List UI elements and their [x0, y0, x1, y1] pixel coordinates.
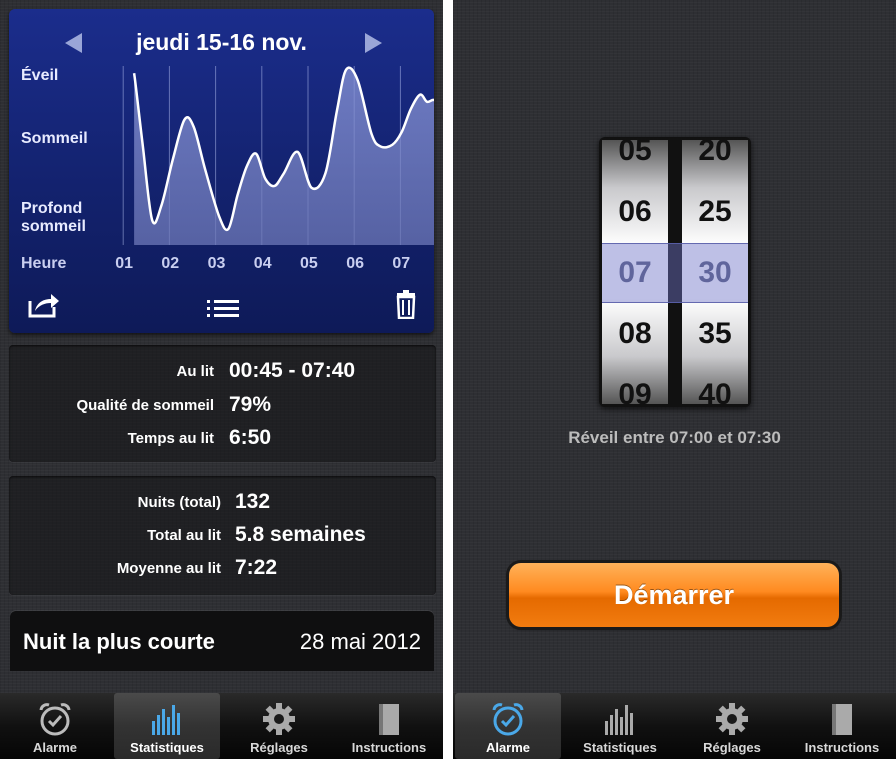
- tab-alarm[interactable]: Alarme: [2, 693, 108, 759]
- tab-instructions[interactable]: Instructions: [338, 693, 440, 759]
- x-tick-label: 06: [346, 255, 364, 272]
- picker-value[interactable]: 06: [602, 195, 668, 229]
- x-tick-label: 03: [207, 255, 226, 272]
- book-icon: [832, 704, 852, 735]
- shortest-night-title: Nuit la plus courte: [23, 629, 215, 654]
- trash-icon[interactable]: [395, 289, 417, 319]
- stat-value: 00:45 - 07:40: [229, 359, 356, 382]
- stat-value: 132: [235, 490, 271, 513]
- tab-alarm[interactable]: Alarme: [455, 693, 561, 759]
- x-tick-label: 02: [161, 255, 180, 272]
- tab-label: Instructions: [351, 740, 427, 755]
- tab-label: Statistiques: [130, 740, 204, 755]
- alarm-clock-icon: [492, 703, 524, 736]
- x-tick-label: 07: [392, 255, 411, 272]
- picker-value[interactable]: 35: [682, 317, 748, 351]
- stat-value: 5.8 semaines: [235, 523, 366, 546]
- picker-value[interactable]: 25: [682, 195, 748, 229]
- shortest-night-date: 28 mai 2012: [299, 629, 421, 654]
- bar-chart-icon: [605, 705, 633, 735]
- total-stats-box: Nuits (total) 132 Total au lit 5.8 semai…: [9, 476, 436, 595]
- x-axis-title: Heure: [21, 255, 67, 272]
- sleep-area: [134, 67, 434, 245]
- picker-value[interactable]: 09: [602, 378, 668, 404]
- tab-label: Instructions: [804, 740, 880, 755]
- alarm-clock-icon: [39, 703, 71, 736]
- x-tick-label: 01: [115, 255, 133, 272]
- book-icon: [379, 704, 399, 735]
- night-stats-box: Au lit 00:45 - 07:40 Qualité de sommeil …: [9, 345, 436, 462]
- wake-window-text: Réveil entre 07:00 et 07:30: [568, 428, 781, 447]
- stat-value: 79%: [229, 393, 272, 416]
- stat-label: Moyenne au lit: [116, 560, 221, 577]
- stat-value: 6:50: [229, 426, 272, 449]
- stat-label: Qualité de sommeil: [76, 397, 214, 414]
- stat-label: Temps au lit: [127, 430, 214, 447]
- tab-instructions[interactable]: Instructions: [791, 693, 893, 759]
- x-tick-label: 05: [300, 255, 318, 272]
- start-button-label: Démarrer: [613, 580, 735, 610]
- tab-settings[interactable]: Réglages: [226, 693, 332, 759]
- tab-label: Statistiques: [583, 740, 657, 755]
- stat-label: Nuits (total): [137, 494, 221, 511]
- picker-value[interactable]: 20: [682, 140, 748, 168]
- picker-value[interactable]: 40: [682, 378, 748, 404]
- tab-bar: Alarme Statistiques Réglages Instruction…: [453, 693, 896, 759]
- tab-label: Alarme: [485, 740, 531, 755]
- sleep-chart-panel: jeudi 15-16 nov. Éveil Sommeil Profond s…: [9, 9, 434, 333]
- statistics-screen: jeudi 15-16 nov. Éveil Sommeil Profond s…: [0, 0, 443, 759]
- picker-selection-band: [602, 243, 748, 303]
- start-button[interactable]: Démarrer: [509, 563, 839, 627]
- gear-icon: [263, 703, 295, 735]
- wake-time-picker[interactable]: 05 06 07 08 09 20 25 30 35 40: [599, 137, 751, 407]
- share-icon[interactable]: [27, 289, 61, 319]
- tab-label: Réglages: [250, 740, 308, 755]
- stat-value: 7:22: [235, 556, 278, 579]
- picker-value[interactable]: 08: [602, 317, 668, 351]
- tab-bar: Alarme Statistiques Réglages Instruction…: [0, 693, 443, 759]
- sleep-graph: [122, 66, 434, 245]
- bar-chart-icon: [152, 705, 180, 735]
- tab-label: Réglages: [703, 740, 761, 755]
- shortest-night-row[interactable]: Nuit la plus courte 28 mai 2012: [10, 611, 434, 671]
- tab-label: Alarme: [32, 740, 78, 755]
- alarm-screen: 05 06 07 08 09 20 25 30 35 40 Réveil entre 07:00…: [453, 0, 896, 759]
- gear-icon: [716, 703, 748, 735]
- x-tick-label: 04: [253, 255, 272, 272]
- tab-statistics[interactable]: Statistiques: [114, 693, 220, 759]
- tab-statistics[interactable]: Statistiques: [567, 693, 673, 759]
- picker-value[interactable]: 05: [602, 140, 668, 168]
- list-icon[interactable]: [206, 297, 240, 321]
- tab-settings[interactable]: Réglages: [679, 693, 785, 759]
- stat-label: Au lit: [176, 363, 215, 380]
- stat-label: Total au lit: [147, 527, 221, 544]
